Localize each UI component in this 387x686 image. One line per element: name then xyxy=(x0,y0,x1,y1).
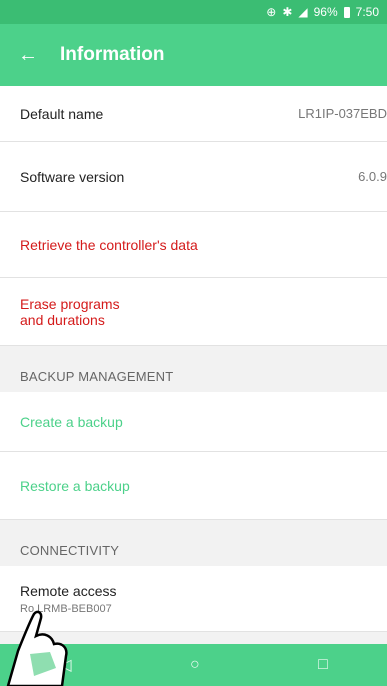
erase-programs-button[interactable]: Erase programs and durations xyxy=(0,278,387,346)
software-version-label: Software version xyxy=(20,168,125,185)
create-backup-label: Create a backup xyxy=(20,413,123,430)
retrieve-data-label: Retrieve the controller's data xyxy=(20,236,198,253)
connectivity-section-header: CONNECTIVITY xyxy=(0,520,387,566)
retrieve-data-button[interactable]: Retrieve the controller's data xyxy=(0,212,387,278)
software-version-row: Software version 6.0.9 xyxy=(0,142,387,212)
restore-backup-label: Restore a backup xyxy=(20,477,130,494)
back-arrow-icon[interactable]: ← xyxy=(0,44,56,67)
default-name-row: Default name LR1IP-037EBD xyxy=(0,86,387,142)
create-backup-button[interactable]: Create a backup xyxy=(0,392,387,452)
erase-programs-line1: Erase programs xyxy=(20,295,120,312)
restore-backup-button[interactable]: Restore a backup xyxy=(0,452,387,520)
pointing-hand-icon xyxy=(6,610,68,686)
status-bar: ⊕ ✱ ◢ 96% 7:50 xyxy=(0,0,387,24)
bluetooth-icon: ✱ xyxy=(282,5,293,19)
sync-icon: ⊕ xyxy=(266,5,277,19)
backup-section-header: BACKUP MANAGEMENT xyxy=(0,346,387,392)
default-name-label: Default name xyxy=(20,105,104,122)
signal-icon: ◢ xyxy=(298,5,308,19)
default-name-value: LR1IP-037EBD xyxy=(298,106,387,121)
battery-percent: 96% xyxy=(313,5,338,19)
page-title: Information xyxy=(60,44,165,65)
app-bar: ← Information xyxy=(0,24,387,86)
battery-icon xyxy=(343,6,350,18)
recents-nav-icon[interactable]: □ xyxy=(318,656,328,674)
software-version-value: 6.0.9 xyxy=(358,169,387,184)
erase-programs-line2: and durations xyxy=(20,311,105,328)
clock: 7:50 xyxy=(355,5,379,19)
info-list: Default name LR1IP-037EBD Software versi… xyxy=(0,86,387,632)
home-nav-icon[interactable]: ○ xyxy=(190,656,200,674)
